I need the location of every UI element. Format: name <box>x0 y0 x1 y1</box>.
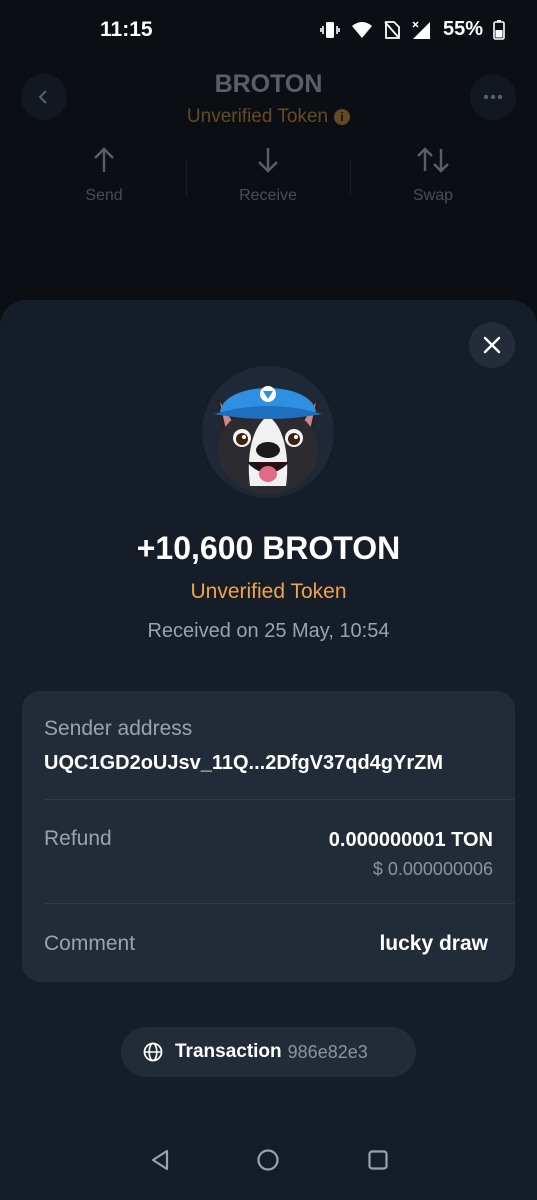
token-actions: Send Receive Swap <box>0 146 537 216</box>
received-date: Received on 25 May, 10:54 <box>147 620 390 642</box>
more-dots-icon <box>483 94 503 100</box>
sender-address-value[interactable]: UQC1GD2oUJsv_11Q...2DfgV37qd4gYrZM <box>44 752 443 775</box>
info-icon[interactable]: i <box>334 109 351 125</box>
action-divider <box>350 160 351 196</box>
nav-back-button[interactable] <box>140 1140 180 1180</box>
transaction-sheet: +10,600 BROTON Unverified Token Received… <box>0 300 537 1200</box>
triangle-back-icon <box>151 1149 169 1171</box>
battery-icon <box>493 19 505 40</box>
token-avatar <box>202 366 334 498</box>
bulldog-avatar-image <box>202 366 334 498</box>
unverified-token-label: Unverified Token <box>190 580 347 603</box>
transaction-hash: 986e82e3 <box>287 1041 368 1062</box>
comment-value: lucky draw <box>379 932 488 955</box>
nav-home-button[interactable] <box>248 1140 288 1180</box>
token-subtitle: Unverified Token i <box>0 106 537 128</box>
vibrate-icon <box>319 19 341 41</box>
refund-value: 0.000000001 TON <box>328 829 493 851</box>
received-amount: +10,600 BROTON <box>136 530 401 566</box>
arrow-down-icon <box>258 148 278 173</box>
swap-icon <box>417 147 449 173</box>
nav-recents-button[interactable] <box>358 1140 398 1180</box>
swap-action[interactable]: Swap <box>373 146 493 205</box>
refund-label: Refund <box>44 827 112 850</box>
sender-address-label: Sender address <box>44 717 193 740</box>
row-divider <box>44 799 515 800</box>
action-divider <box>186 160 187 196</box>
status-icons: 55% <box>319 18 505 41</box>
send-action[interactable]: Send <box>44 146 164 205</box>
refund-fiat-value: $ 0.000000006 <box>372 859 493 879</box>
transaction-link-button[interactable]: Transaction 986e82e3 <box>121 1027 416 1077</box>
more-button[interactable] <box>470 74 516 120</box>
receive-action[interactable]: Receive <box>208 146 328 205</box>
battery-percent: 55% <box>442 18 483 40</box>
system-nav-bar <box>0 1140 537 1180</box>
square-recents-icon <box>368 1150 388 1170</box>
send-label: Send <box>85 187 123 204</box>
circle-home-icon <box>257 1149 279 1171</box>
comment-label: Comment <box>44 932 136 955</box>
receive-label: Receive <box>239 187 297 204</box>
details-card: Sender address UQC1GD2oUJsv_11Q...2DfgV3… <box>22 691 515 982</box>
token-subtitle-text: Unverified Token <box>186 106 329 127</box>
transaction-label: Transaction <box>175 1041 282 1062</box>
globe-icon <box>143 1042 163 1062</box>
arrow-up-icon <box>94 147 114 172</box>
wifi-icon <box>351 20 373 40</box>
signal-icon <box>411 20 431 40</box>
screen: 11:15 55% BROTON Unverified Token i Send… <box>0 0 537 1200</box>
token-title: BROTON <box>214 70 323 98</box>
status-time: 11:15 <box>100 18 153 41</box>
swap-label: Swap <box>412 187 454 204</box>
status-bar: 11:15 55% <box>0 0 537 60</box>
row-divider <box>44 903 515 904</box>
close-icon <box>483 336 501 354</box>
no-sim-icon <box>383 20 401 40</box>
close-button[interactable] <box>469 322 515 368</box>
